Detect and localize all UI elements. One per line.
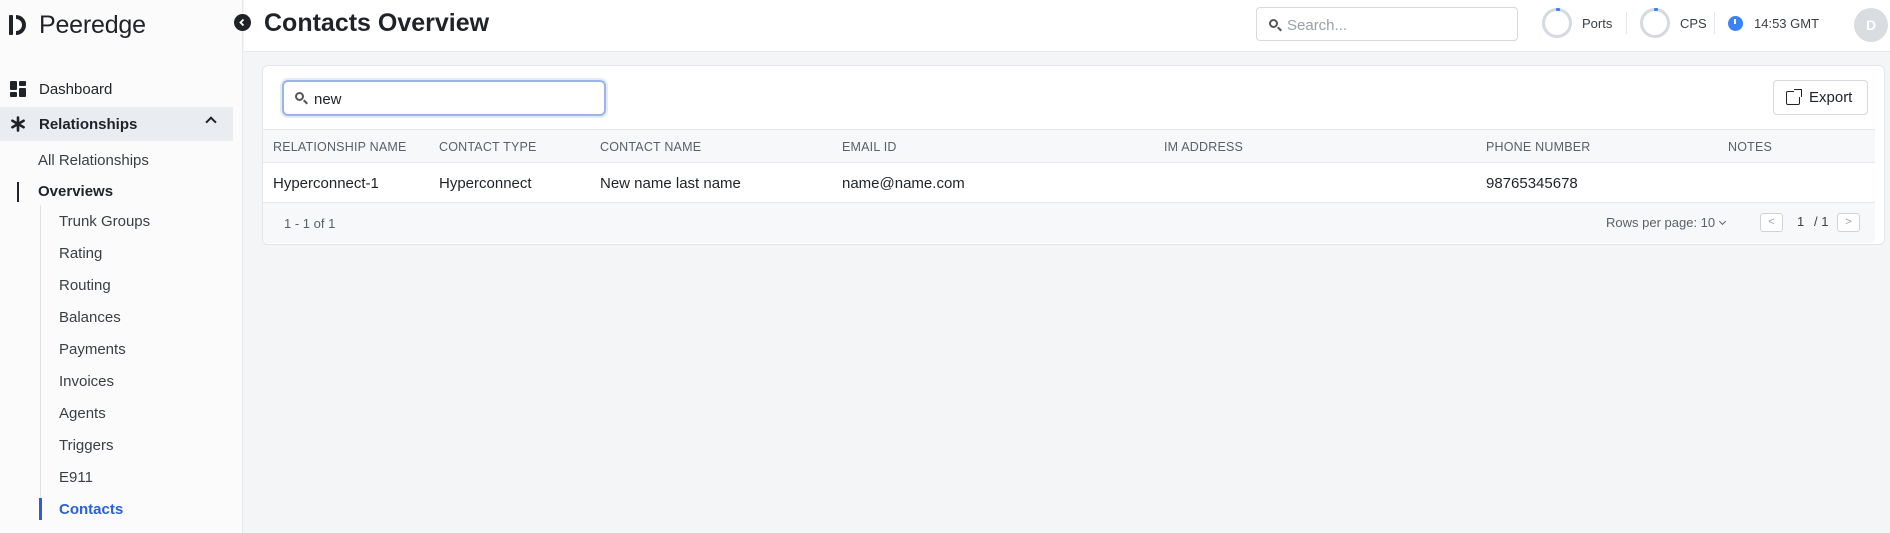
active-leaf-indicator — [39, 498, 42, 520]
clock-time: 14:53 GMT — [1754, 16, 1820, 31]
selected-indicator — [17, 182, 19, 202]
asterisk-icon — [10, 116, 26, 132]
table-filter[interactable] — [282, 80, 606, 116]
sidebar-item-payments[interactable]: Payments — [59, 338, 126, 362]
chevron-down-icon — [1719, 217, 1727, 226]
nav-relationships[interactable]: Relationships — [0, 107, 233, 141]
chevron-left-icon — [239, 18, 245, 27]
prev-page-button[interactable]: < — [1760, 213, 1783, 232]
sidebar-item-triggers[interactable]: Triggers — [59, 434, 113, 458]
cps-label: CPS — [1680, 16, 1707, 31]
export-label: Export — [1809, 89, 1853, 106]
top-header: Contacts Overview Ports CPS 14:53 GMT D — [244, 0, 1890, 52]
export-button[interactable]: Export — [1773, 80, 1868, 115]
column-header[interactable]: CONTACT NAME — [600, 140, 701, 154]
table-filter-input[interactable] — [314, 89, 594, 109]
cell-relationship-name: Hyperconnect-1 — [273, 175, 379, 192]
sidebar-item-all-relationships[interactable]: All Relationships — [38, 149, 149, 173]
contacts-card: Export RELATIONSHIP NAME CONTACT TYPE CO… — [262, 65, 1885, 245]
global-search-input[interactable] — [1287, 15, 1507, 35]
ports-gauge-icon — [1542, 8, 1572, 38]
rows-per-page-select[interactable]: Rows per page: 10 — [1606, 215, 1727, 230]
sidebar-item-agents[interactable]: Agents — [59, 402, 106, 426]
total-pages: / 1 — [1814, 214, 1829, 229]
user-avatar[interactable]: D — [1854, 8, 1888, 42]
external-link-icon — [1786, 88, 1802, 105]
sidebar: Peeredge Dashboard Relationships All Rel… — [0, 0, 243, 533]
column-header[interactable]: RELATIONSHIP NAME — [273, 140, 407, 154]
dashboard-icon — [10, 81, 26, 97]
nav-dashboard[interactable]: Dashboard — [0, 72, 233, 106]
pagination-range: 1 - 1 of 1 — [284, 216, 336, 231]
cell-contact-type: Hyperconnect — [439, 175, 532, 192]
table-row[interactable]: Hyperconnect-1 Hyperconnect New name las… — [263, 163, 1875, 203]
next-page-button[interactable]: > — [1837, 213, 1860, 232]
table-footer: 1 - 1 of 1 Rows per page: 10 < 1 / 1 > — [263, 203, 1875, 243]
ports-label: Ports — [1582, 16, 1613, 31]
nav-relationships-label: Relationships — [39, 115, 138, 133]
column-header[interactable]: EMAIL ID — [842, 140, 897, 154]
tree-line — [40, 205, 41, 518]
column-header[interactable]: CONTACT TYPE — [439, 140, 537, 154]
sidebar-item-e911[interactable]: E911 — [59, 466, 93, 490]
sidebar-item-balances[interactable]: Balances — [59, 306, 121, 330]
page-title: Contacts Overview — [264, 9, 490, 37]
cps-gauge-icon — [1640, 8, 1670, 38]
brand-logo[interactable]: Peeredge — [9, 10, 146, 40]
current-page: 1 — [1797, 214, 1805, 229]
clock-icon — [1728, 16, 1743, 31]
column-header[interactable]: IM ADDRESS — [1164, 140, 1243, 154]
sidebar-item-contacts[interactable]: Contacts — [59, 498, 123, 522]
table-header: RELATIONSHIP NAME CONTACT TYPE CONTACT N… — [263, 129, 1875, 163]
column-header[interactable]: PHONE NUMBER — [1486, 140, 1591, 154]
sidebar-item-invoices[interactable]: Invoices — [59, 370, 114, 394]
sidebar-item-routing[interactable]: Routing — [59, 274, 111, 298]
sidebar-item-trunk-groups[interactable]: Trunk Groups — [59, 210, 150, 234]
search-icon — [295, 92, 308, 105]
collapse-sidebar-button[interactable] — [234, 14, 251, 31]
brand-name: Peeredge — [39, 10, 146, 39]
peeredge-logo-icon — [9, 13, 31, 37]
cell-phone-number: 98765345678 — [1486, 175, 1578, 192]
search-icon — [1269, 19, 1282, 32]
column-header[interactable]: NOTES — [1728, 140, 1772, 154]
nav-dashboard-label: Dashboard — [39, 80, 113, 98]
global-search[interactable] — [1256, 7, 1518, 41]
cell-email: name@name.com — [842, 175, 965, 192]
rows-per-page-label: Rows per page: 10 — [1606, 215, 1716, 230]
sidebar-item-rating[interactable]: Rating — [59, 242, 102, 266]
chevron-up-icon[interactable] — [205, 116, 217, 128]
sidebar-item-overviews[interactable]: Overviews — [38, 180, 113, 204]
divider — [1626, 12, 1627, 34]
cell-contact-name: New name last name — [600, 175, 741, 192]
divider — [1714, 12, 1715, 34]
